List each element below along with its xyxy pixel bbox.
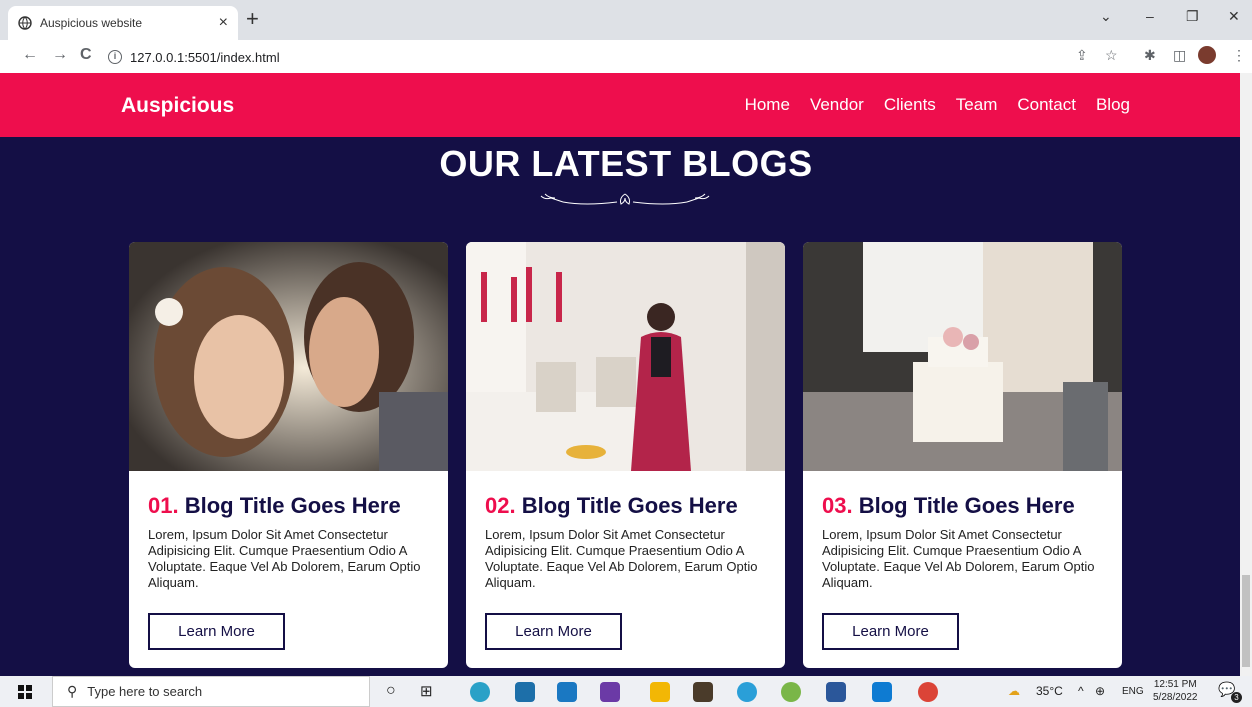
taskbar-search-placeholder: Type here to search [87, 684, 203, 699]
windows-start-icon[interactable] [18, 685, 32, 699]
tab-close-icon[interactable]: × [219, 14, 228, 32]
chrome-icon[interactable] [918, 682, 938, 702]
blog-image-wedding-cake [803, 242, 1122, 471]
app-icon[interactable] [781, 682, 801, 702]
language-indicator[interactable]: ENG [1122, 686, 1144, 697]
browser-tabstrip: Auspicious website × + ⌄ – ❐ ✕ [0, 0, 1252, 40]
site-brand[interactable]: Auspicious [121, 94, 234, 118]
file-explorer-icon[interactable] [650, 682, 670, 702]
vscode-icon[interactable] [872, 682, 892, 702]
jetbrains-icon[interactable] [600, 682, 620, 702]
windows-taskbar: ⚲ Type here to search ○ ⊞ ☁ 35°C ^ ⊕ ENG… [0, 676, 1252, 707]
sublime-text-icon[interactable] [693, 682, 713, 702]
task-view-icon[interactable]: ⊞ [420, 682, 433, 700]
blog-image-couple [129, 242, 448, 471]
store-icon[interactable] [515, 682, 535, 702]
network-icon[interactable]: ⊕ [1095, 684, 1105, 698]
tab-title: Auspicious website [40, 16, 143, 30]
ornament-divider-icon [540, 193, 710, 205]
page-scrollbar[interactable] [1240, 73, 1252, 676]
clock-time: 12:51 PM [1153, 679, 1197, 690]
taskbar-search-box[interactable]: ⚲ Type here to search [52, 676, 370, 707]
tray-chevron-icon[interactable]: ^ [1078, 684, 1084, 698]
site-navbar: Auspicious Home Vendor Clients Team Cont… [0, 73, 1240, 137]
minimize-button[interactable]: – [1146, 8, 1154, 24]
tab-search-icon[interactable]: ⌄ [1100, 8, 1112, 25]
blog-card-title[interactable]: 02. Blog Title Goes Here [485, 493, 766, 519]
mail-icon[interactable] [557, 682, 577, 702]
address-bar[interactable]: i 127.0.0.1:5501/index.html [108, 44, 1108, 70]
blog-card-title[interactable]: 03. Blog Title Goes Here [822, 493, 1103, 519]
blog-card-text: Lorem, Ipsum Dolor Sit Amet Consectetur … [148, 527, 421, 590]
blog-card: 02. Blog Title Goes Here Lorem, Ipsum Do… [466, 242, 785, 668]
learn-more-button[interactable]: Learn More [485, 613, 622, 650]
browser-tab[interactable]: Auspicious website × [8, 6, 238, 40]
blog-image-event-planner [466, 242, 785, 471]
weather-temp[interactable]: 35°C [1036, 684, 1063, 698]
window-close-button[interactable]: ✕ [1228, 8, 1240, 25]
browser-toolbar: ← → C i 127.0.0.1:5501/index.html ⇪ ☆ ✱ … [0, 40, 1252, 73]
weather-icon[interactable]: ☁ [1008, 684, 1020, 698]
bookmark-star-icon[interactable]: ☆ [1105, 47, 1118, 64]
forward-icon[interactable]: → [52, 46, 68, 64]
learn-more-button[interactable]: Learn More [822, 613, 959, 650]
share-icon[interactable]: ⇪ [1076, 47, 1088, 64]
word-icon[interactable] [826, 682, 846, 702]
menu-blog[interactable]: Blog [1096, 95, 1130, 115]
edge-icon[interactable] [470, 682, 490, 702]
url-text: 127.0.0.1:5501/index.html [130, 49, 280, 65]
blog-card: 01. Blog Title Goes Here Lorem, Ipsum Do… [129, 242, 448, 668]
menu-team[interactable]: Team [956, 95, 998, 115]
extensions-icon[interactable]: ✱ [1144, 47, 1156, 64]
back-icon[interactable]: ← [22, 46, 38, 64]
notification-badge: 3 [1231, 692, 1242, 703]
reload-icon[interactable]: C [80, 46, 92, 64]
clock[interactable]: 12:51 PM 5/28/2022 [1153, 678, 1198, 704]
blog-card: 03. Blog Title Goes Here Lorem, Ipsum Do… [803, 242, 1122, 668]
menu-contact[interactable]: Contact [1017, 95, 1076, 115]
section-title: OUR LATEST BLOGS [439, 143, 813, 184]
menu-kebab-icon[interactable]: ⋮ [1232, 47, 1246, 64]
site-menu: Home Vendor Clients Team Contact Blog [745, 95, 1130, 115]
menu-vendor[interactable]: Vendor [810, 95, 864, 115]
blog-card-text: Lorem, Ipsum Dolor Sit Amet Consectetur … [822, 527, 1095, 590]
clock-date: 5/28/2022 [1153, 692, 1198, 703]
page-viewport: Auspicious Home Vendor Clients Team Cont… [0, 73, 1240, 676]
learn-more-button[interactable]: Learn More [148, 613, 285, 650]
search-icon: ⚲ [67, 683, 78, 699]
telegram-icon[interactable] [737, 682, 757, 702]
new-tab-button[interactable]: + [246, 8, 259, 30]
restore-button[interactable]: ❐ [1186, 8, 1199, 25]
blog-card-text: Lorem, Ipsum Dolor Sit Amet Consectetur … [485, 527, 758, 590]
globe-icon [18, 16, 32, 30]
site-info-icon[interactable]: i [108, 50, 122, 64]
menu-home[interactable]: Home [745, 95, 790, 115]
scrollbar-thumb[interactable] [1242, 575, 1250, 667]
cortana-icon[interactable]: ○ [386, 682, 396, 700]
blog-card-title[interactable]: 01. Blog Title Goes Here [148, 493, 429, 519]
profile-avatar[interactable] [1198, 46, 1216, 64]
side-panel-icon[interactable]: ◫ [1173, 47, 1186, 64]
menu-clients[interactable]: Clients [884, 95, 936, 115]
